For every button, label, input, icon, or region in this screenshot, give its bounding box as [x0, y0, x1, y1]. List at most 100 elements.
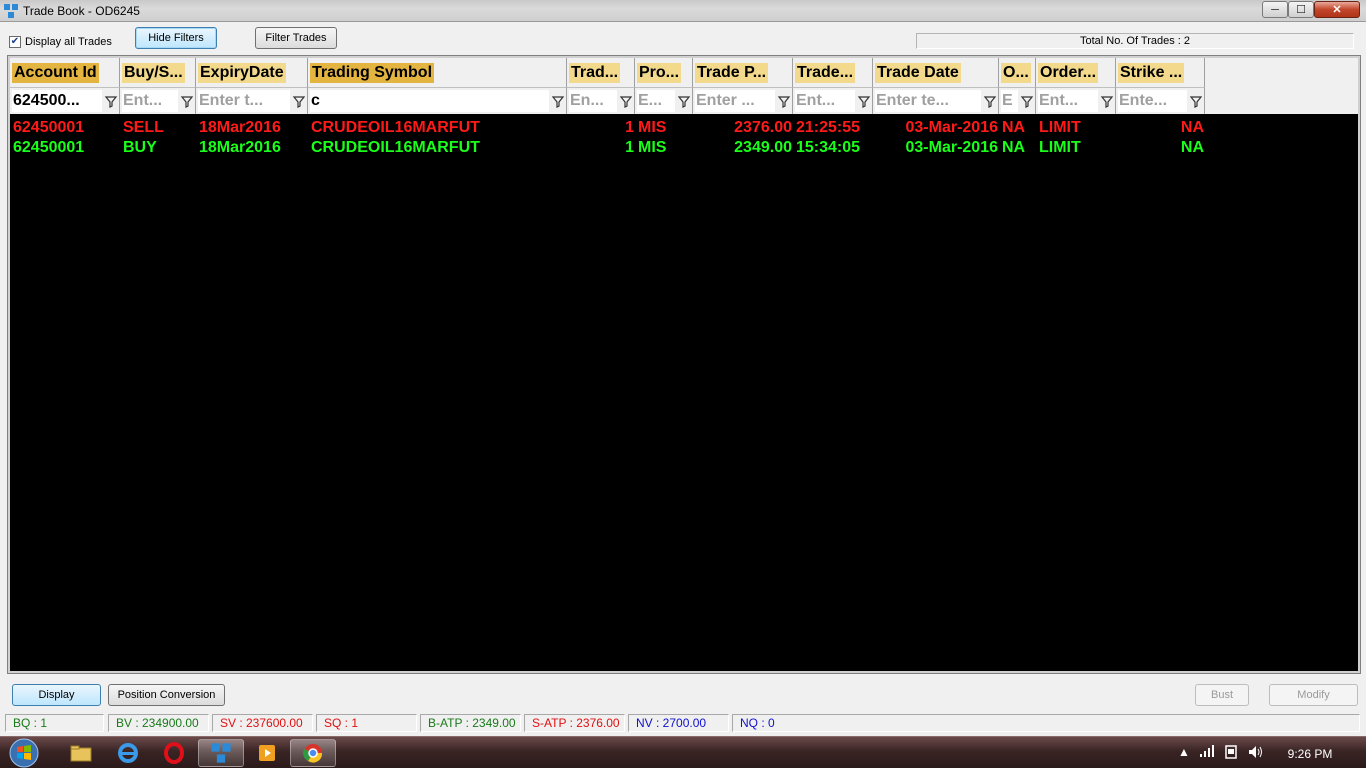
- status-field: NV : 2700.00: [628, 714, 729, 732]
- display-all-trades-label[interactable]: Display all Trades: [25, 36, 112, 48]
- position-conversion-button[interactable]: Position Conversion: [108, 684, 225, 706]
- filter-cell-order_type: Ent...: [1036, 88, 1116, 114]
- status-field: SV : 237600.00: [212, 714, 313, 732]
- internet-explorer-icon[interactable]: [105, 739, 151, 767]
- column-header-label: Trade P...: [695, 63, 769, 83]
- clock[interactable]: 9:26 PM: [1275, 747, 1345, 761]
- trade-row[interactable]: 62450001 BUY 18Mar2016 CRUDEOIL16MARFUT 1 MIS…: [10, 138, 1358, 158]
- show-hidden-icons[interactable]: ▲: [1178, 745, 1190, 759]
- filter-icon[interactable]: [777, 93, 791, 109]
- filter-cell-trade_price: Enter ...: [693, 88, 793, 114]
- status-field: S-ATP : 2376.00: [524, 714, 625, 732]
- window-title: Trade Book - OD6245: [23, 4, 140, 18]
- filter-icon[interactable]: [983, 93, 997, 109]
- column-header-label: Account Id: [12, 63, 99, 83]
- filter-icon[interactable]: [551, 93, 565, 109]
- column-header-buy_sell[interactable]: Buy/S...: [120, 58, 196, 88]
- status-bar: BQ : 1 BV : 234900.00 SV : 237600.00 SQ : 1…: [0, 712, 1366, 734]
- cell-trade_date: 03-Mar-2016: [905, 139, 999, 156]
- filter-cell-trade_qty: En...: [567, 88, 635, 114]
- filter-input-symbol[interactable]: c: [310, 90, 549, 112]
- column-header-account_id[interactable]: Account Id: [10, 58, 120, 88]
- grid-header: Account Id 624500... Buy/S... Ent... ExpiryD…: [10, 58, 1358, 114]
- trades-grid[interactable]: Account Id 624500... Buy/S... Ent... ExpiryD…: [7, 55, 1361, 674]
- filter-input-product[interactable]: E...: [637, 90, 675, 112]
- filter-trades-button[interactable]: Filter Trades: [255, 27, 337, 49]
- filter-input-trade_time[interactable]: Ent...: [795, 90, 855, 112]
- status-field: SQ : 1: [316, 714, 417, 732]
- windows-taskbar: ▲ 9:26 PM: [0, 736, 1366, 768]
- column-header-o[interactable]: O...: [999, 58, 1036, 88]
- trade-app-icon[interactable]: [198, 739, 244, 767]
- filter-icon[interactable]: [677, 93, 691, 109]
- chrome-icon[interactable]: [290, 739, 336, 767]
- filter-input-trade_price[interactable]: Enter ...: [695, 90, 775, 112]
- maximize-button[interactable]: ☐: [1288, 1, 1314, 18]
- filter-input-order_type[interactable]: Ent...: [1038, 90, 1098, 112]
- filter-cell-product: E...: [635, 88, 693, 114]
- filter-icon[interactable]: [857, 93, 871, 109]
- filter-input-o[interactable]: E: [1001, 90, 1018, 112]
- column-header-label: Trade Date: [875, 63, 961, 83]
- filter-input-strike[interactable]: Ente...: [1118, 90, 1187, 112]
- display-button[interactable]: Display: [12, 684, 101, 706]
- column-header-trade_qty[interactable]: Trad...: [567, 58, 635, 88]
- filter-cell-trade_time: Ent...: [793, 88, 873, 114]
- opera-icon[interactable]: [151, 739, 197, 767]
- file-explorer-icon[interactable]: [58, 739, 104, 767]
- status-field: NQ : 0: [732, 714, 1360, 732]
- column-header-trade_date[interactable]: Trade Date: [873, 58, 999, 88]
- filter-icon[interactable]: [1020, 93, 1034, 109]
- volume-icon[interactable]: [1248, 745, 1264, 762]
- filter-input-buy_sell[interactable]: Ent...: [122, 90, 178, 112]
- cell-order_type: LIMIT: [1039, 139, 1081, 156]
- column-header-trade_price[interactable]: Trade P...: [693, 58, 793, 88]
- filter-input-account_id[interactable]: 624500...: [12, 90, 102, 112]
- column-header-label: ExpiryDate: [198, 63, 286, 83]
- cell-trade_date: 03-Mar-2016: [905, 119, 999, 136]
- filter-icon[interactable]: [1189, 93, 1203, 109]
- media-player-icon[interactable]: [244, 739, 290, 767]
- filter-input-trade_date[interactable]: Enter te...: [875, 90, 981, 112]
- column-header-label: Buy/S...: [122, 63, 185, 83]
- bust-button[interactable]: Bust: [1195, 684, 1249, 706]
- grid-body[interactable]: 62450001 SELL 18Mar2016 CRUDEOIL16MARFUT 1 MI…: [10, 114, 1358, 671]
- close-button[interactable]: ✕: [1314, 1, 1360, 18]
- filter-icon[interactable]: [619, 93, 633, 109]
- column-header-product[interactable]: Pro...: [635, 58, 693, 88]
- column-header-symbol[interactable]: Trading Symbol: [308, 58, 567, 88]
- column-header-order_type[interactable]: Order...: [1036, 58, 1116, 88]
- column-header-trade_time[interactable]: Trade...: [793, 58, 873, 88]
- status-field: B-ATP : 2349.00: [420, 714, 521, 732]
- trade-row[interactable]: 62450001 SELL 18Mar2016 CRUDEOIL16MARFUT 1 MI…: [10, 118, 1358, 138]
- filter-icon[interactable]: [292, 93, 306, 109]
- filter-input-expiry[interactable]: Enter t...: [198, 90, 290, 112]
- start-button[interactable]: [4, 737, 44, 768]
- column-header-label: Trade...: [795, 63, 856, 83]
- cell-strike: NA: [1180, 119, 1204, 136]
- cell-symbol: CRUDEOIL16MARFUT: [311, 139, 480, 156]
- cell-trade_time: 21:25:55: [796, 119, 861, 136]
- windows-logo-icon: [9, 738, 39, 768]
- filter-cell-symbol: c: [308, 88, 567, 114]
- filter-input-trade_qty[interactable]: En...: [569, 90, 617, 112]
- column-header-label: Strike ...: [1118, 63, 1185, 83]
- cell-account_id: 62450001: [13, 139, 85, 156]
- column-header-strike[interactable]: Strike ...: [1116, 58, 1205, 88]
- cell-buy_sell: SELL: [123, 119, 164, 136]
- hide-filters-button[interactable]: Hide Filters: [135, 27, 217, 49]
- display-all-trades-checkbox[interactable]: ✔: [9, 36, 21, 48]
- device-icon[interactable]: [1224, 745, 1238, 762]
- minimize-button[interactable]: ─: [1262, 1, 1288, 18]
- cell-order_type: LIMIT: [1039, 119, 1081, 136]
- filter-icon[interactable]: [180, 93, 194, 109]
- toolbar: ✔ Display all Trades Hide Filters Filter…: [0, 23, 1366, 56]
- modify-button[interactable]: Modify: [1269, 684, 1358, 706]
- cell-trade_price: 2376.00: [734, 119, 792, 136]
- column-header-expiry[interactable]: ExpiryDate: [196, 58, 308, 88]
- filter-cell-expiry: Enter t...: [196, 88, 308, 114]
- filter-icon[interactable]: [104, 93, 118, 109]
- filter-icon[interactable]: [1100, 93, 1114, 109]
- cell-symbol: CRUDEOIL16MARFUT: [311, 119, 480, 136]
- network-icon[interactable]: [1200, 745, 1214, 760]
